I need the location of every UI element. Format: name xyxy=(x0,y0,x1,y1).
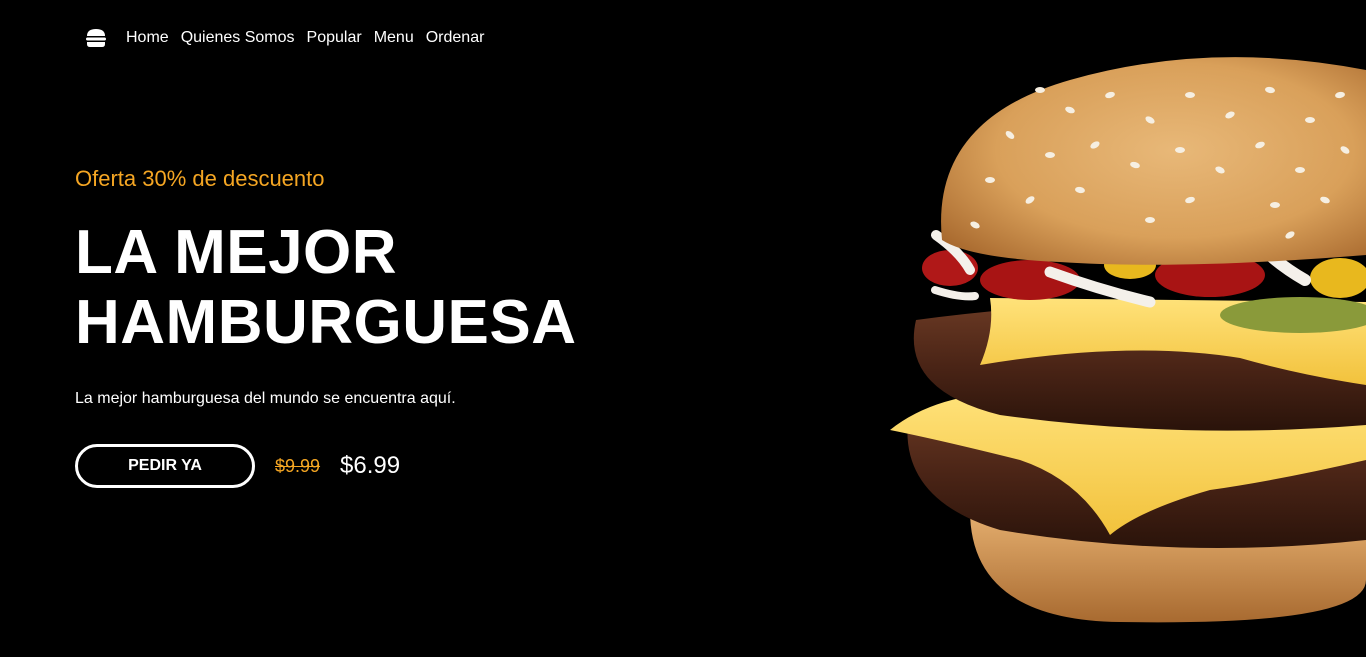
offer-text: Oferta 30% de descuento xyxy=(75,166,325,191)
hero-title: LA MEJOR HAMBURGUESA xyxy=(75,218,635,358)
nav-link-quienes-somos[interactable]: Quienes Somos xyxy=(181,29,295,47)
old-price: $9.99 xyxy=(275,455,321,476)
nav-links: Home Quienes Somos Popular Menu Ordenar xyxy=(126,29,496,47)
nav-link-ordenar[interactable]: Ordenar xyxy=(426,29,485,47)
hero-actions: PEDIR YA $9.99 $6.99 xyxy=(75,444,635,488)
hero-description: La mejor hamburguesa del mundo se encuen… xyxy=(75,390,456,407)
burger-image xyxy=(880,40,1366,630)
burger-icon[interactable] xyxy=(84,26,108,50)
order-now-button[interactable]: PEDIR YA xyxy=(75,444,255,488)
main-nav: Home Quienes Somos Popular Menu Ordenar xyxy=(84,26,496,50)
nav-link-menu[interactable]: Menu xyxy=(374,29,414,47)
new-price: $6.99 xyxy=(340,452,401,479)
nav-link-home[interactable]: Home xyxy=(126,29,169,47)
hero-section: Oferta 30% de descuento LA MEJOR HAMBURG… xyxy=(75,166,635,488)
nav-link-popular[interactable]: Popular xyxy=(307,29,362,47)
hero-title-line-1: LA MEJOR xyxy=(75,218,398,287)
page: Home Quienes Somos Popular Menu Ordenar … xyxy=(0,0,1366,657)
hero-title-line-2: HAMBURGUESA xyxy=(75,288,577,357)
